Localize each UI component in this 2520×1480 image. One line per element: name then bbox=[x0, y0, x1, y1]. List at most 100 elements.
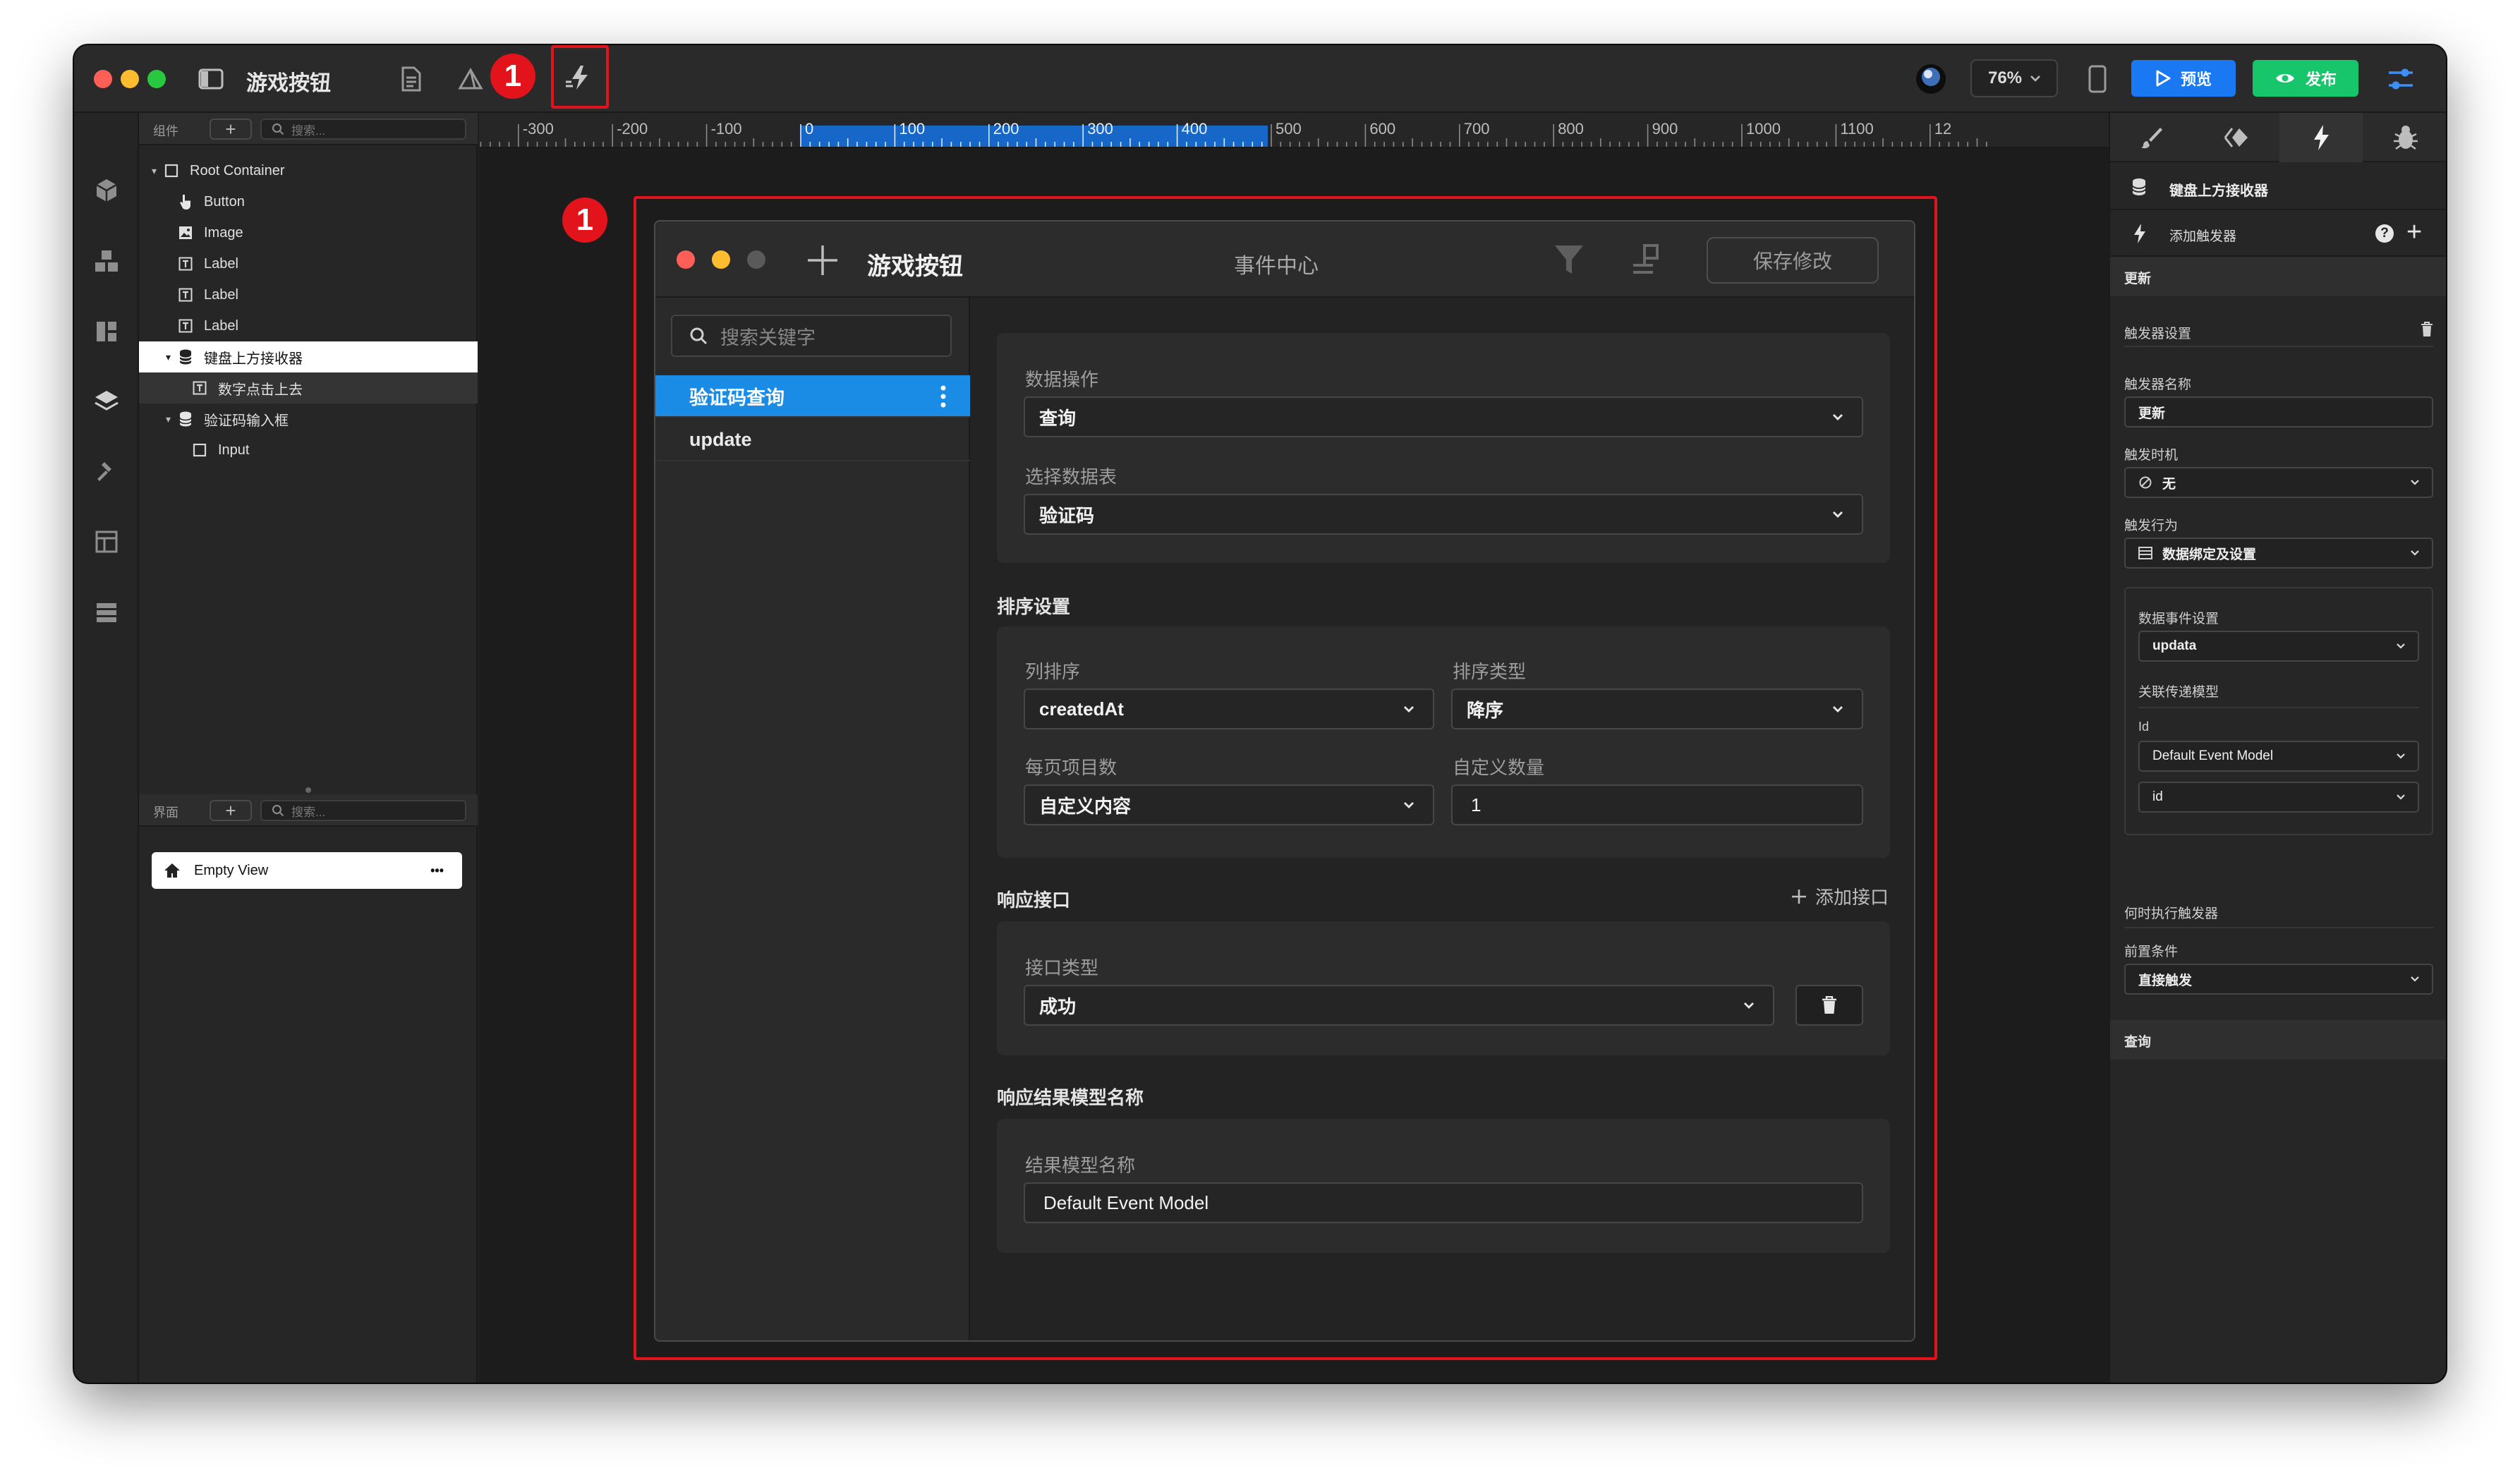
caret-down-icon[interactable]: ▾ bbox=[166, 351, 177, 363]
data-event-select[interactable]: updata bbox=[2138, 631, 2419, 662]
dialog-header: 游戏按钮 事件中心 保存修改 bbox=[655, 222, 1914, 298]
interface-type-select[interactable]: 成功 bbox=[1024, 985, 1774, 1026]
plug-icon[interactable] bbox=[1626, 241, 1664, 279]
close-window-button[interactable] bbox=[94, 70, 112, 88]
minimize-window-button[interactable] bbox=[121, 70, 139, 88]
tree-item[interactable]: Label bbox=[139, 310, 478, 341]
tab-debug[interactable] bbox=[2364, 113, 2446, 162]
ruler-label: 900 bbox=[1652, 120, 1678, 138]
when-exec-heading: 何时执行触发器 bbox=[2124, 906, 2219, 921]
zoom-window-button[interactable] bbox=[147, 70, 166, 88]
table-select[interactable]: 验证码 bbox=[1024, 494, 1863, 535]
settings-sliders-icon[interactable] bbox=[2382, 61, 2419, 97]
tree-item-label: 数字点击上去 bbox=[218, 382, 303, 398]
field-select[interactable]: id bbox=[2138, 782, 2419, 813]
publish-button[interactable]: 发布 bbox=[2253, 60, 2358, 97]
add-component-button[interactable]: + bbox=[210, 119, 252, 140]
tree-item[interactable]: Button bbox=[139, 186, 478, 217]
publish-label: 发布 bbox=[2305, 71, 2337, 88]
view-item[interactable]: Empty View ••• bbox=[152, 852, 462, 889]
tree-item[interactable]: Label bbox=[139, 279, 478, 310]
layers-icon[interactable] bbox=[90, 384, 123, 418]
result-model-card: 结果模型名称 Default Event Model bbox=[997, 1119, 1890, 1253]
component-search-input[interactable]: 搜索... bbox=[260, 119, 466, 140]
step-marker: 1 bbox=[490, 54, 535, 99]
chevron-down-icon bbox=[2030, 75, 2040, 82]
tree-item-label: 键盘上方接收器 bbox=[204, 351, 303, 367]
event-center-icon[interactable] bbox=[561, 59, 598, 96]
zoom-dialog-button[interactable] bbox=[747, 250, 765, 269]
tree-item[interactable]: ▾ Root Container bbox=[139, 155, 478, 186]
data-op-label: 数据操作 bbox=[1025, 369, 1099, 390]
layout-icon[interactable] bbox=[90, 315, 123, 348]
device-icon[interactable] bbox=[2079, 61, 2116, 97]
tree-item[interactable]: Image bbox=[139, 217, 478, 248]
tree-item[interactable]: 数字点击上去 bbox=[139, 372, 478, 404]
tab-interaction[interactable] bbox=[2195, 113, 2278, 162]
eye-icon bbox=[2275, 74, 2294, 83]
result-model-input[interactable]: Default Event Model bbox=[1024, 1182, 1863, 1223]
tree-item[interactable]: Label bbox=[139, 248, 478, 279]
ruler-label: 700 bbox=[1463, 120, 1490, 138]
cube-icon[interactable] bbox=[90, 174, 123, 207]
inspector-component-name: 键盘上方接收器 bbox=[2169, 183, 2268, 199]
view-more-button[interactable]: ••• bbox=[430, 863, 444, 878]
event-item[interactable]: update bbox=[655, 419, 970, 461]
add-trigger-button[interactable]: + bbox=[2406, 217, 2422, 248]
filter-icon[interactable] bbox=[1553, 243, 1585, 278]
event-search-input[interactable]: 搜索关键字 bbox=[671, 315, 952, 357]
list-icon[interactable] bbox=[90, 595, 123, 629]
resize-handle[interactable] bbox=[305, 787, 311, 793]
divider bbox=[2124, 346, 2433, 347]
trigger-list-item-query[interactable]: 查询 bbox=[2110, 1020, 2446, 1060]
plus-icon[interactable] bbox=[806, 244, 839, 277]
preview-button[interactable]: 预览 bbox=[2131, 60, 2236, 97]
avatar[interactable] bbox=[1913, 61, 1949, 97]
caret-down-icon[interactable]: ▾ bbox=[166, 413, 177, 425]
precondition-select[interactable]: 直接触发 bbox=[2124, 964, 2433, 995]
page-size-select[interactable]: 自定义内容 bbox=[1024, 784, 1434, 825]
help-icon[interactable]: ? bbox=[2375, 224, 2394, 243]
add-view-button[interactable]: + bbox=[210, 800, 252, 821]
minimize-dialog-button[interactable] bbox=[712, 250, 730, 269]
trigger-action-select[interactable]: 数据绑定及设置 bbox=[2124, 538, 2433, 569]
ruler-label: 800 bbox=[1558, 120, 1584, 138]
event-item-active[interactable]: 验证码查询 bbox=[655, 375, 970, 418]
tree-item[interactable]: Input bbox=[139, 435, 478, 466]
save-changes-button[interactable]: 保存修改 bbox=[1707, 237, 1879, 284]
trigger-list-item[interactable]: 更新 bbox=[2110, 257, 2446, 296]
trash-icon[interactable] bbox=[2421, 322, 2433, 337]
view-search-input[interactable]: 搜索... bbox=[260, 800, 466, 821]
trigger-time-select[interactable]: 无 bbox=[2124, 467, 2433, 498]
template-icon[interactable] bbox=[90, 525, 123, 559]
data-event-value: updata bbox=[2152, 638, 2197, 653]
add-interface-button[interactable]: 添加接口 bbox=[1791, 883, 1889, 909]
model-select[interactable]: Default Event Model bbox=[2138, 741, 2419, 772]
custom-count-input[interactable]: 1 bbox=[1451, 784, 1863, 825]
lightning-icon bbox=[2134, 224, 2145, 243]
document-icon[interactable] bbox=[393, 61, 430, 97]
tree-item[interactable]: ▾ 键盘上方接收器 bbox=[139, 341, 478, 372]
tree-item[interactable]: ▾ 验证码输入框 bbox=[139, 404, 478, 435]
data-op-select[interactable]: 查询 bbox=[1024, 396, 1863, 437]
components-panel: 组件 + 搜索... ▾ Root Container Button Image Lab… bbox=[139, 113, 478, 1383]
search-icon bbox=[272, 123, 284, 135]
tab-events[interactable] bbox=[2279, 113, 2363, 162]
ruler-label: 600 bbox=[1369, 120, 1396, 138]
delete-interface-button[interactable] bbox=[1795, 985, 1863, 1026]
shapes-icon[interactable] bbox=[452, 61, 489, 97]
sort-type-select[interactable]: 降序 bbox=[1451, 689, 1863, 729]
hammer-icon[interactable] bbox=[90, 454, 123, 488]
close-dialog-button[interactable] bbox=[677, 250, 695, 269]
column-sort-select[interactable]: createdAt bbox=[1024, 689, 1434, 729]
zoom-select[interactable]: 76% bbox=[1970, 59, 2058, 97]
trigger-name-input[interactable]: 更新 bbox=[2124, 396, 2433, 427]
tab-style[interactable] bbox=[2110, 113, 2193, 162]
horizontal-ruler: -300 -200 -100 0 100 200 300 400 500 600 700 800 900… bbox=[479, 113, 2109, 148]
more-vertical-icon[interactable] bbox=[940, 385, 946, 408]
caret-down-icon[interactable]: ▾ bbox=[152, 165, 163, 177]
sidebar-toggle-icon[interactable] bbox=[193, 61, 229, 97]
chevron-down-icon bbox=[2397, 794, 2405, 800]
brush-icon bbox=[2141, 128, 2162, 149]
blocks-icon[interactable] bbox=[90, 244, 123, 278]
